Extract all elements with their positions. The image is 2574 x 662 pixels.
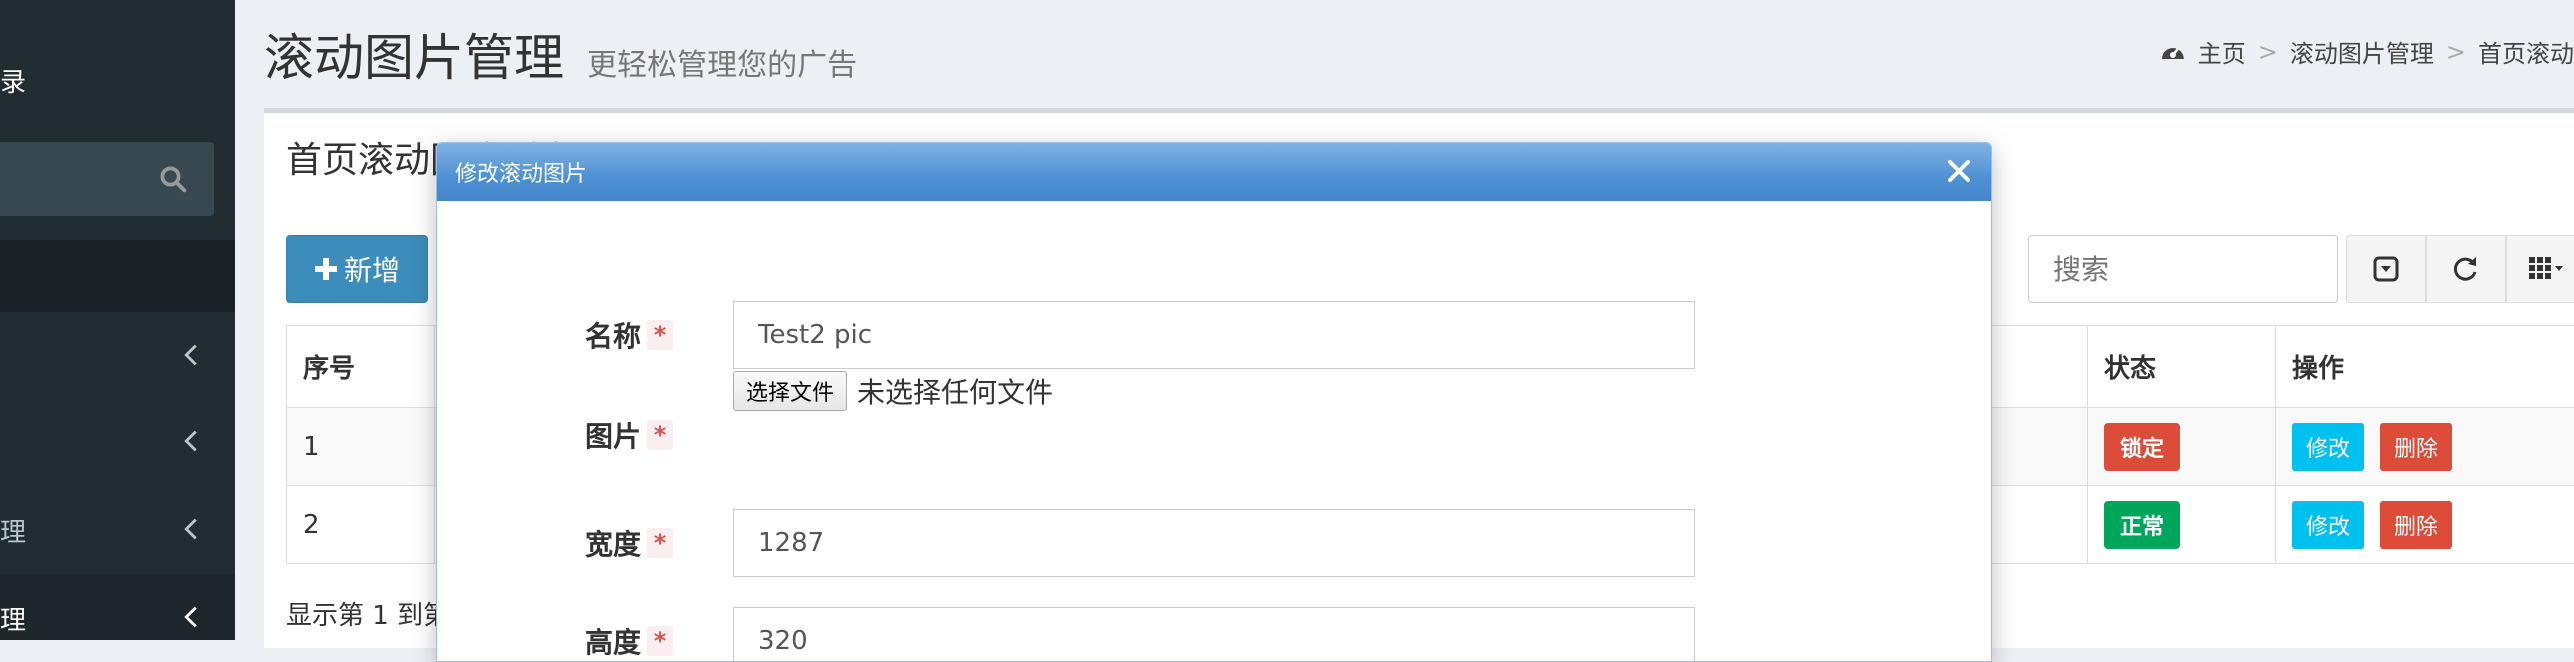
image-file-picker: 选择文件 未选择任何文件 [733, 371, 1053, 411]
name-label: 名称 * [585, 309, 673, 361]
height-label: 高度 * [585, 615, 673, 662]
delete-button[interactable]: 删除 [2380, 423, 2452, 471]
width-label: 宽度 * [585, 517, 673, 569]
cell-index: 2 [287, 486, 435, 564]
page-title: 滚动图片管理 [264, 18, 564, 90]
required-marker: * [647, 626, 673, 656]
refresh-button[interactable] [2426, 235, 2506, 303]
sidebar-header-band [0, 240, 235, 312]
toggle-view-button[interactable] [2346, 235, 2426, 303]
content-header: 滚动图片管理 更轻松管理您的广告 [264, 18, 857, 78]
edit-banner-dialog: 修改滚动图片 名称 * 图片 * 选择文件 未选择任何文件 宽度 * 高度 * [436, 142, 1992, 662]
breadcrumb-home-link[interactable]: 主页 [2198, 34, 2246, 69]
add-button[interactable]: 新增 [286, 235, 428, 303]
table-toolbar [2346, 235, 2574, 303]
dialog-title: 修改滚动图片 [455, 156, 587, 188]
required-marker: * [647, 420, 673, 450]
table-search-input[interactable] [2028, 235, 2338, 303]
chevron-left-icon [183, 430, 199, 452]
dashboard-icon [2160, 41, 2186, 63]
cell-status: 锁定 [2088, 408, 2276, 486]
file-status-text: 未选择任何文件 [857, 371, 1053, 411]
breadcrumb-current: 首页滚动 [2478, 34, 2574, 69]
breadcrumb-separator: > [2446, 38, 2466, 66]
cell-index: 1 [287, 408, 435, 486]
status-badge: 正常 [2104, 501, 2180, 549]
cell-actions: 修改删除 [2276, 408, 2574, 486]
dialog-header[interactable]: 修改滚动图片 [437, 143, 1991, 201]
column-header-index[interactable]: 序号 [287, 326, 435, 408]
required-marker: * [647, 320, 673, 350]
cell-status: 正常 [2088, 486, 2276, 564]
breadcrumb-separator: > [2258, 38, 2278, 66]
breadcrumb-banner-link[interactable]: 滚动图片管理 [2290, 34, 2434, 69]
name-input[interactable] [733, 301, 1695, 369]
edit-button[interactable]: 修改 [2292, 423, 2364, 471]
chevron-left-icon [183, 606, 199, 628]
sidebar-search-input[interactable] [0, 142, 214, 216]
add-button-label: 新增 [344, 249, 400, 289]
height-input[interactable] [733, 607, 1695, 662]
breadcrumb: 主页 > 滚动图片管理 > 首页滚动 [2160, 34, 2574, 69]
page-subtitle: 更轻松管理您的广告 [587, 40, 857, 84]
sidebar-menu-item-1[interactable] [0, 312, 235, 398]
sidebar-menu-item-3[interactable]: 理 [0, 486, 235, 572]
toggle-icon [2373, 256, 2399, 282]
search-icon[interactable] [158, 164, 188, 194]
columns-button[interactable] [2506, 235, 2574, 303]
columns-icon [2528, 256, 2564, 282]
sidebar: 录 理 理 [0, 0, 235, 640]
choose-file-button[interactable]: 选择文件 [733, 371, 847, 411]
plus-icon [314, 257, 338, 281]
refresh-icon [2452, 255, 2480, 283]
sidebar-user-text: 录 [0, 62, 26, 99]
sidebar-menu-item-4[interactable]: 理 [0, 574, 235, 640]
chevron-left-icon [183, 344, 199, 366]
pagination-info: 显示第 1 到第 [286, 595, 449, 632]
close-icon[interactable] [1943, 155, 1975, 187]
delete-button[interactable]: 删除 [2380, 501, 2452, 549]
required-marker: * [647, 528, 673, 558]
cell-actions: 修改删除 [2276, 486, 2574, 564]
column-header-actions: 操作 [2276, 326, 2574, 408]
edit-button[interactable]: 修改 [2292, 501, 2364, 549]
sidebar-menu-item-2[interactable] [0, 398, 235, 484]
image-label: 图片 * [585, 409, 673, 461]
status-badge: 锁定 [2104, 423, 2180, 471]
chevron-left-icon [183, 518, 199, 540]
column-header-status[interactable]: 状态 [2088, 326, 2276, 408]
width-input[interactable] [733, 509, 1695, 577]
